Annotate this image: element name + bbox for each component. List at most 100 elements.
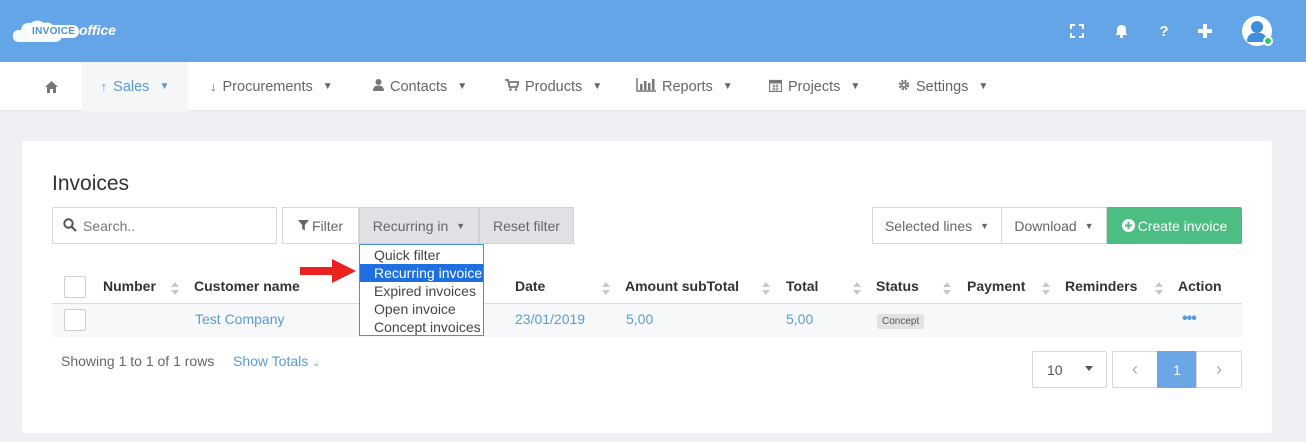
red-arrow-annotation xyxy=(300,259,356,283)
selected-lines-button[interactable]: Selected lines ▼ xyxy=(872,207,1002,244)
column-header-reminders[interactable]: Reminders xyxy=(1065,278,1137,294)
sort-icon[interactable] xyxy=(853,282,861,296)
fullscreen-icon[interactable] xyxy=(1066,20,1088,42)
next-page-button[interactable]: › xyxy=(1196,351,1242,388)
cart-icon xyxy=(505,79,520,94)
calendar-icon xyxy=(768,79,783,95)
plus-icon[interactable] xyxy=(1194,20,1216,42)
column-header-action: Action xyxy=(1178,278,1222,294)
sort-icon[interactable] xyxy=(1042,282,1050,296)
pagination-info: Showing 1 to 1 of 1 rows xyxy=(61,353,215,369)
main-nav: ↑ Sales ▼ ↓ Procurements ▼ Contacts ▼ Pr… xyxy=(0,62,1306,111)
top-bar: INVOICE office ? xyxy=(0,0,1306,62)
selected-lines-label: Selected lines xyxy=(884,217,973,234)
reset-filter-button[interactable]: Reset filter xyxy=(479,207,574,244)
arrow-down-icon: ↓ xyxy=(210,79,217,94)
sort-icon[interactable] xyxy=(943,282,951,296)
caret-down-icon: ▼ xyxy=(980,220,990,231)
total-cell[interactable]: 5,00 xyxy=(786,311,813,327)
chevron-down-icon: ⌄ xyxy=(312,358,321,369)
dropdown-option-concept-invoices[interactable]: Concept invoices xyxy=(360,318,483,336)
nav-item-sales[interactable]: ↑ Sales ▼ xyxy=(82,62,188,111)
column-header-date[interactable]: Date xyxy=(515,278,545,294)
page-title: Invoices xyxy=(52,172,130,195)
sort-icon[interactable] xyxy=(1155,282,1163,296)
chevron-down-icon: ▼ xyxy=(322,81,333,92)
nav-item-reports[interactable]: Reports ▼ xyxy=(636,62,733,111)
help-icon[interactable]: ? xyxy=(1153,20,1175,42)
nav-label-products: Products xyxy=(525,78,583,95)
chevron-down-icon: ▼ xyxy=(159,81,170,92)
nav-label-contacts: Contacts xyxy=(390,78,448,95)
prev-page-button[interactable]: ‹ xyxy=(1112,351,1158,388)
column-header-status[interactable]: Status xyxy=(876,278,919,294)
nav-label-sales: Sales xyxy=(113,78,150,95)
sort-icon[interactable] xyxy=(762,282,770,296)
nav-item-projects[interactable]: Projects ▼ xyxy=(768,62,860,111)
current-page-number: 1 xyxy=(1173,361,1181,378)
chevron-down-icon: ▼ xyxy=(457,81,468,92)
app-logo[interactable]: INVOICE office xyxy=(12,14,124,48)
filter-icon xyxy=(297,220,309,231)
filter-label: Filter xyxy=(311,217,344,234)
search-input[interactable] xyxy=(83,208,273,243)
dropdown-option-open-invoice[interactable]: Open invoice xyxy=(360,300,483,318)
page-size-select[interactable]: 10 xyxy=(1032,351,1107,388)
bar-chart-icon xyxy=(636,78,656,95)
user-avatar[interactable] xyxy=(1242,16,1273,46)
download-button[interactable]: Download ▼ xyxy=(1001,207,1107,244)
bell-icon[interactable] xyxy=(1110,20,1132,42)
logo-text: office xyxy=(79,22,117,38)
column-header-amount-subtotal[interactable]: Amount subTotal xyxy=(625,278,739,294)
nav-item-home[interactable] xyxy=(30,62,72,111)
nav-item-procurements[interactable]: ↓ Procurements ▼ xyxy=(210,62,333,111)
caret-down-icon: ▼ xyxy=(456,220,466,231)
dropdown-option-recurring-invoice[interactable]: Recurring invoice xyxy=(360,264,483,282)
sort-icon[interactable] xyxy=(171,282,179,296)
amount-subtotal-cell[interactable]: 5,00 xyxy=(626,311,653,327)
nav-label-projects: Projects xyxy=(788,78,841,95)
chevron-right-icon: › xyxy=(1216,359,1222,379)
select-all-checkbox[interactable] xyxy=(64,276,86,298)
gear-icon xyxy=(898,79,910,94)
column-header-total[interactable]: Total xyxy=(786,278,818,294)
nav-label-reports: Reports xyxy=(662,78,713,95)
download-label: Download xyxy=(1014,217,1077,234)
nav-label-procurements: Procurements xyxy=(222,78,313,95)
dropdown-option-quick-filter[interactable]: Quick filter xyxy=(360,246,483,264)
caret-down-icon: ▼ xyxy=(1084,220,1094,231)
create-invoice-button[interactable]: Create invoice xyxy=(1107,207,1242,244)
chevron-down-icon: ▼ xyxy=(978,81,989,92)
nav-label-settings: Settings xyxy=(916,78,969,95)
show-totals-toggle[interactable]: Show Totals ⌄ xyxy=(233,353,321,369)
search-icon xyxy=(63,218,77,232)
chevron-down-icon: ▼ xyxy=(592,81,603,92)
dropdown-option-expired-invoices[interactable]: Expired invoices xyxy=(360,282,483,300)
arrow-up-icon: ↑ xyxy=(100,79,108,94)
status-badge: Concept xyxy=(877,314,925,329)
action-menu-icon[interactable]: ••• xyxy=(1182,310,1197,328)
column-header-customer[interactable]: Customer name xyxy=(194,278,300,294)
nav-item-settings[interactable]: Settings ▼ xyxy=(898,62,988,111)
plus-circle-icon xyxy=(1121,219,1135,232)
filter-button[interactable]: Filter xyxy=(282,207,359,244)
show-totals-label: Show Totals xyxy=(233,353,309,369)
recurring-dropdown-menu: Quick filter Recurring invoice Expired i… xyxy=(359,244,484,336)
page-button-1[interactable]: 1 xyxy=(1157,351,1197,388)
caret-down-icon xyxy=(1085,366,1093,371)
customer-name-link[interactable]: Test Company xyxy=(195,311,284,327)
avatar-head xyxy=(1251,21,1263,33)
search-box[interactable] xyxy=(52,207,277,244)
create-invoice-label: Create invoice xyxy=(1137,217,1228,234)
nav-item-contacts[interactable]: Contacts ▼ xyxy=(373,62,467,111)
nav-item-products[interactable]: Products ▼ xyxy=(505,62,602,111)
row-checkbox[interactable] xyxy=(64,309,86,331)
recurring-in-button[interactable]: Recurring in ▼ xyxy=(359,207,479,244)
column-header-number[interactable]: Number xyxy=(103,278,156,294)
recurring-in-label: Recurring in xyxy=(372,217,449,234)
column-header-payment[interactable]: Payment xyxy=(967,278,1025,294)
online-status-dot xyxy=(1263,36,1273,46)
sort-icon[interactable] xyxy=(602,282,610,296)
chevron-left-icon: ‹ xyxy=(1132,359,1138,379)
date-cell[interactable]: 23/01/2019 xyxy=(515,311,585,327)
